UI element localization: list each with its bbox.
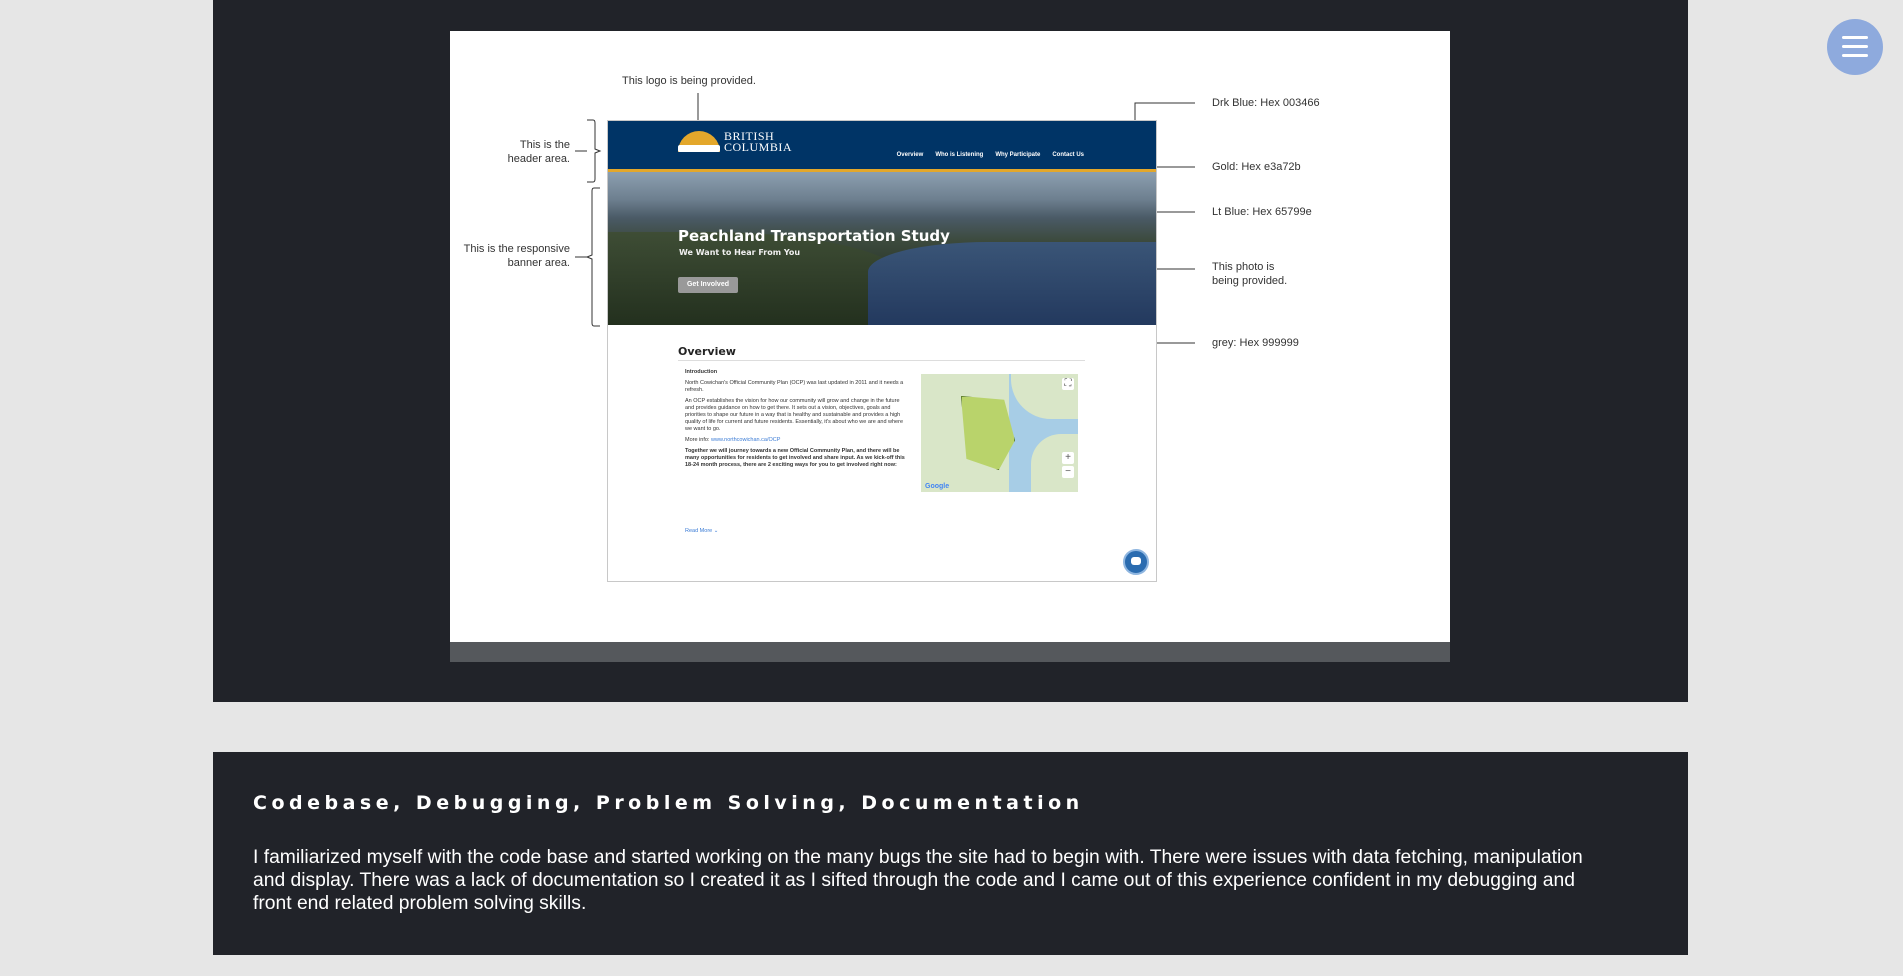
more-info-label: More info: (685, 437, 710, 443)
photo-note: This photo is being provided. (1212, 261, 1288, 287)
logo-line-2: COLUMBIA (724, 140, 793, 154)
more-info: More info: www.northcowichan.ca/OCP (685, 437, 905, 444)
description-panel: Codebase, Debugging, Problem Solving, Do… (213, 752, 1688, 955)
banner-lake (868, 242, 1156, 325)
mockup-nav: Overview Who is Listening Why Participat… (897, 152, 1084, 158)
banner-subtitle: We Want to Hear From You (679, 248, 801, 257)
project-image-panel: This logo is being provided. This is the… (213, 0, 1688, 702)
map-attribution: Google (925, 483, 950, 490)
zoom-out-icon: − (1062, 466, 1074, 478)
bc-logo-icon (678, 131, 720, 152)
mockup-header: BRITISH COLUMBIA Overview Who is Listeni… (608, 121, 1156, 169)
intro-bold-paragraph: Together we will journey towards a new O… (685, 448, 905, 468)
lt-blue-note: Lt Blue: Hex 65799e (1212, 206, 1312, 218)
header-note: This is the header area. (507, 139, 570, 165)
banner-hill (608, 232, 908, 325)
overview-title: Overview (678, 345, 736, 358)
hamburger-menu-icon (1842, 36, 1868, 39)
chevron-down-icon: ⌄ (713, 528, 719, 534)
chat-icon (1123, 549, 1149, 575)
get-involved-button: Get Involved (678, 277, 738, 293)
mockup-map: ⛶ + − Google (921, 374, 1078, 492)
hamburger-menu-icon (1842, 54, 1868, 57)
fullscreen-icon: ⛶ (1062, 378, 1074, 390)
intro-paragraph-1: North Cowichan's Official Community Plan… (685, 380, 904, 393)
bc-logo-text: BRITISH COLUMBIA (724, 130, 793, 154)
more-info-link: www.northcowichan.ca/OCP (711, 437, 781, 443)
intro-paragraph-2: An OCP establishes the vision for how ou… (685, 398, 904, 432)
mockup-nav-overview: Overview (896, 152, 924, 158)
section-title: Codebase, Debugging, Problem Solving, Do… (253, 792, 1084, 814)
zoom-in-icon: + (1062, 452, 1074, 464)
logo-note: This logo is being provided. (622, 75, 756, 87)
slide-footer-strip (450, 642, 1450, 662)
drk-blue-note: Drk Blue: Hex 003466 (1212, 97, 1320, 109)
section-body: I familiarized myself with the code base… (253, 847, 1583, 914)
banner-note: This is the responsive banner area. (463, 243, 570, 269)
grey-note: grey: Hex 999999 (1212, 337, 1299, 349)
gold-note: Gold: Hex e3a72b (1212, 161, 1301, 173)
read-more-link: Read More ⌄ (685, 528, 718, 534)
overview-divider (678, 360, 1085, 361)
overview-text: Introduction North Cowichan's Official C… (685, 369, 905, 473)
hamburger-menu-button[interactable] (1827, 19, 1883, 75)
website-mockup: BRITISH COLUMBIA Overview Who is Listeni… (607, 120, 1157, 582)
hamburger-menu-icon (1842, 45, 1868, 48)
design-spec-slide: This logo is being provided. This is the… (450, 31, 1450, 642)
banner-title: Peachland Transportation Study (678, 227, 950, 245)
intro-heading: Introduction (685, 369, 718, 375)
read-more-label: Read More (685, 528, 713, 534)
mockup-nav-contact-us: Contact Us (1052, 152, 1084, 158)
mockup-nav-why-participate: Why Participate (995, 152, 1041, 158)
mockup-nav-who-is-listening: Who is Listening (935, 152, 984, 158)
